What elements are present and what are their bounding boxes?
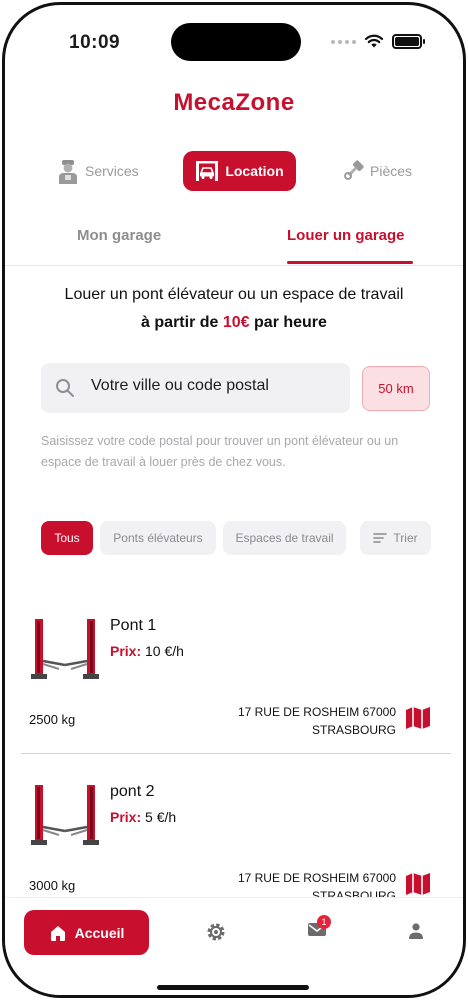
home-icon [50, 925, 65, 941]
sort-label: Trier [393, 531, 418, 545]
sort-button[interactable]: Trier [360, 521, 431, 555]
battery-icon [392, 34, 425, 49]
app-logo: MecaZone [173, 89, 295, 116]
map-icon[interactable] [405, 872, 431, 896]
intro-line-2: à partir de 10€ par heure [5, 309, 463, 337]
car-lift-image [31, 619, 99, 679]
filter-lifts[interactable]: Ponts élévateurs [100, 521, 216, 555]
cellular-signal-icon [331, 39, 356, 44]
segment-location[interactable]: Location [183, 151, 296, 191]
tab-mon-garage[interactable]: Mon garage [77, 227, 161, 244]
listing-name: Pont 1 [110, 617, 157, 634]
list-separator [21, 753, 451, 754]
segment-pieces-label: Pièces [370, 163, 413, 179]
dynamic-island [171, 23, 301, 61]
car-lift-image [31, 785, 99, 845]
price-value: 10 €/h [145, 643, 184, 659]
mechanic-icon [59, 160, 77, 184]
segment-location-label: Location [225, 163, 284, 179]
intro-text: Louer un pont élévateur ou un espace de … [5, 281, 463, 337]
listing-price: Prix: 10 €/h [110, 643, 184, 659]
map-icon[interactable] [405, 706, 431, 730]
home-indicator[interactable] [157, 985, 309, 990]
screen: 10:09 MecaZone Services Location Pièces … [5, 5, 463, 995]
notification-badge: 1 [317, 915, 331, 929]
search-input[interactable] [91, 377, 341, 395]
piston-icon [344, 160, 364, 180]
settings-gear-icon[interactable] [205, 921, 227, 943]
search-help-text: Saisissez votre code postal pour trouver… [41, 434, 399, 469]
price-label: Prix: [110, 643, 142, 659]
listing-address: 17 RUE DE ROSHEIM 67000 STRASBOURG [238, 703, 396, 739]
price-label: Prix: [110, 809, 142, 825]
address-line-2: STRASBOURG [311, 723, 396, 737]
address-line-1: 17 RUE DE ROSHEIM 67000 [237, 705, 396, 719]
tabs-divider [5, 265, 463, 266]
status-icons [331, 34, 425, 49]
intro-line-1: Louer un pont élévateur ou un espace de … [64, 286, 404, 303]
nav-home-label: Accueil [74, 924, 125, 941]
segment-pieces[interactable]: Pièces [342, 151, 412, 191]
wifi-icon [364, 34, 384, 48]
tab-louer-garage[interactable]: Louer un garage [287, 227, 405, 244]
nav-messages-button[interactable]: 1 [307, 915, 331, 942]
phone-frame: 10:09 MecaZone Services Location Pièces … [2, 2, 466, 998]
filter-spaces[interactable]: Espaces de travail [223, 521, 346, 555]
price-value: 5 €/h [145, 809, 177, 825]
car-lift-icon [196, 161, 219, 181]
segment-services[interactable]: Services [57, 151, 139, 191]
radius-button[interactable]: 50 km [362, 366, 430, 411]
listing-weight: 2500 kg [29, 712, 76, 727]
intro-prefix: à partir de [141, 314, 219, 331]
search-box[interactable] [41, 363, 350, 413]
listing-weight: 3000 kg [29, 878, 76, 893]
listing-name: pont 2 [110, 783, 155, 800]
nav-home-button[interactable]: Accueil [24, 910, 149, 955]
intro-suffix: par heure [254, 314, 327, 331]
status-time: 10:09 [69, 32, 121, 53]
search-icon [56, 379, 74, 397]
listing-price: Prix: 5 €/h [110, 809, 176, 825]
active-tab-indicator [287, 261, 413, 264]
address-line-1: 17 RUE DE ROSHEIM 67000 [237, 871, 396, 885]
filter-all[interactable]: Tous [41, 521, 93, 555]
user-profile-icon[interactable] [407, 922, 425, 940]
intro-price: 10€ [222, 314, 250, 331]
bottom-navigation: Accueil 1 [5, 897, 463, 995]
segment-services-label: Services [85, 163, 139, 179]
sort-icon [373, 533, 388, 543]
